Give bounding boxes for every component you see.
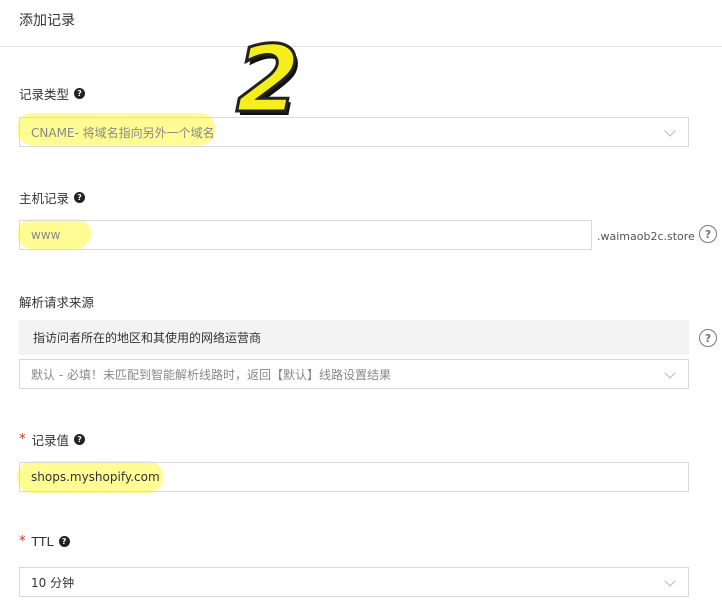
record-type-select[interactable]: CNAME- 将域名指向另外一个域名 xyxy=(19,117,689,147)
dialog-header: 添加记录 xyxy=(0,0,722,47)
resolve-source-label-row: 解析请求来源 xyxy=(19,292,94,311)
step-annotation: 2 xyxy=(234,26,301,133)
record-type-label-row: 记录类型 ? xyxy=(19,84,86,103)
host-record-input[interactable]: www xyxy=(19,220,592,250)
question-circle-icon[interactable]: ? xyxy=(699,329,717,347)
resolve-source-info: 指访问者所在的地区和其使用的网络运营商 xyxy=(19,320,689,355)
chevron-down-icon xyxy=(664,575,676,587)
host-record-label-row: 主机记录 ? xyxy=(19,188,86,207)
resolve-source-label: 解析请求来源 xyxy=(19,295,95,310)
record-type-label: 记录类型 xyxy=(19,87,70,102)
host-record-label: 主机记录 xyxy=(19,191,70,206)
help-icon[interactable]: ? xyxy=(74,192,86,203)
chevron-down-icon xyxy=(664,367,676,379)
ttl-select[interactable]: 10 分钟 xyxy=(19,567,689,597)
ttl-value: 10 分钟 xyxy=(31,575,75,590)
record-value-text: shops.myshopify.com xyxy=(31,470,160,484)
domain-suffix: .waimaob2c.store xyxy=(597,230,695,243)
ttl-label-row: * TTL ? xyxy=(19,534,70,549)
resolve-source-value: 默认 - 必填！未匹配到智能解析线路时，返回【默认】线路设置结果 xyxy=(31,367,391,382)
dialog-title: 添加记录 xyxy=(19,13,75,29)
resolve-source-info-text: 指访问者所在的地区和其使用的网络运营商 xyxy=(33,331,262,345)
required-marker: * xyxy=(19,534,26,549)
chevron-down-icon xyxy=(664,125,676,137)
record-value-input[interactable]: shops.myshopify.com xyxy=(19,462,689,492)
ttl-label: TTL xyxy=(31,534,54,549)
help-icon[interactable]: ? xyxy=(74,88,86,99)
question-circle-icon[interactable]: ? xyxy=(699,225,717,243)
help-icon[interactable]: ? xyxy=(74,434,86,445)
resolve-source-select[interactable]: 默认 - 必填！未匹配到智能解析线路时，返回【默认】线路设置结果 xyxy=(19,359,689,389)
record-type-value: CNAME- 将域名指向另外一个域名 xyxy=(31,125,215,140)
record-value-label: 记录值 xyxy=(31,433,70,448)
host-record-placeholder: www xyxy=(31,228,61,242)
record-value-label-row: * 记录值 ? xyxy=(19,430,86,449)
help-icon[interactable]: ? xyxy=(58,536,70,547)
required-marker: * xyxy=(19,432,26,447)
